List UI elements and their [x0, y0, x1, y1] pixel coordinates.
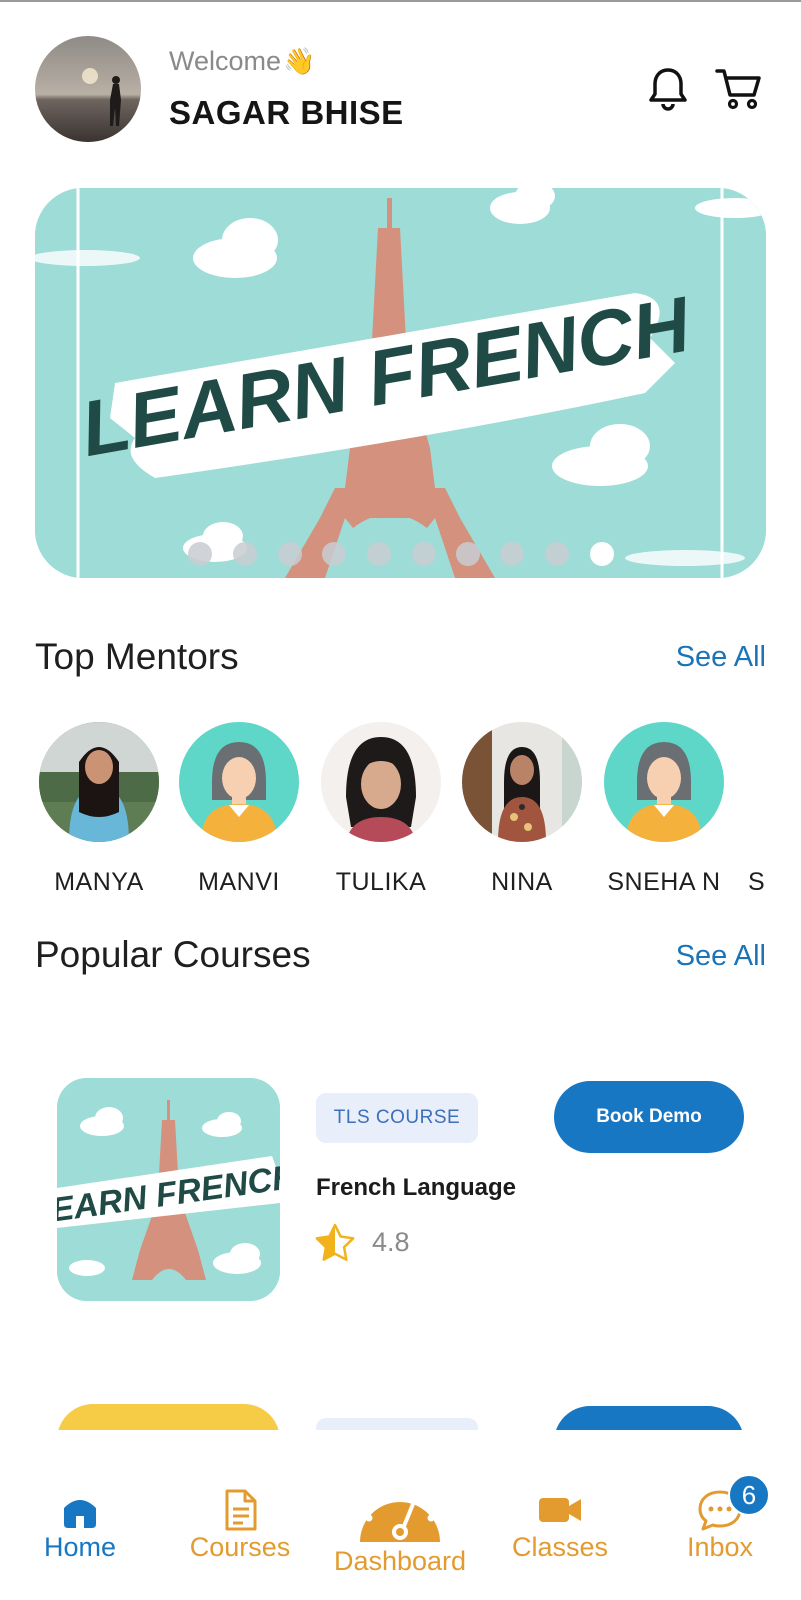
mentor-photo: [179, 722, 299, 842]
top-divider: [0, 0, 801, 2]
nav-dashboard[interactable]: Dashboard: [325, 1480, 475, 1577]
mentors-see-all-link[interactable]: See All: [676, 641, 766, 674]
carousel-dot[interactable]: [500, 542, 524, 566]
course-button-partial: [554, 1406, 744, 1430]
carousel-dot[interactable]: [456, 542, 480, 566]
nav-courses[interactable]: Courses: [180, 1488, 300, 1563]
nav-home[interactable]: Home: [30, 1488, 130, 1563]
course-tag: TLS COURSE: [316, 1093, 478, 1143]
carousel-dot[interactable]: [278, 542, 302, 566]
carousel-dot[interactable]: [412, 542, 436, 566]
top-mentors-title: Top Mentors: [35, 636, 239, 677]
mentors-row[interactable]: MANYA MANVI TULIKA NINA SNEHA N S: [0, 700, 765, 910]
mentor-item[interactable]: NINA: [452, 722, 592, 897]
course-card-partial: [0, 1404, 801, 1430]
carousel-dot[interactable]: [233, 542, 257, 566]
courses-see-all-link[interactable]: See All: [676, 940, 766, 973]
inbox-badge: 6: [728, 1474, 770, 1516]
speedometer-icon: [360, 1488, 440, 1542]
course-tag-partial: [316, 1418, 478, 1430]
mentor-name: SNEHA N: [607, 868, 721, 896]
carousel-dot[interactable]: [367, 542, 391, 566]
carousel-dot[interactable]: [188, 542, 212, 566]
mentor-item[interactable]: SNEHA N: [594, 722, 734, 897]
mentor-photo: [321, 722, 441, 842]
mentor-photo: [462, 722, 582, 842]
mentor-name: NINA: [491, 868, 553, 896]
course-thumbnail-partial: [57, 1404, 280, 1430]
mentor-photo: [604, 722, 724, 842]
user-name: SAGAR BHISE: [169, 94, 404, 131]
video-camera-icon: [539, 1498, 581, 1522]
nav-label: Dashboard: [333, 1546, 467, 1576]
nav-label: Courses: [189, 1532, 291, 1562]
star-half-icon: [315, 1223, 355, 1261]
book-demo-button[interactable]: Book Demo: [554, 1081, 744, 1153]
mentor-item[interactable]: MANYA: [29, 722, 169, 897]
nav-label: Home: [43, 1532, 117, 1562]
course-rating: 4.8: [372, 1227, 410, 1257]
mentor-item[interactable]: SI: [735, 722, 765, 897]
cart-icon[interactable]: [714, 64, 764, 114]
avatar[interactable]: [35, 36, 141, 142]
bottom-nav: Home Courses Dashboard Classes Inbox 6: [0, 1430, 801, 1600]
mentor-name: MANVI: [198, 868, 280, 896]
welcome-text: Welcome 👋: [169, 46, 315, 77]
carousel-dot[interactable]: [545, 542, 569, 566]
bell-icon[interactable]: [643, 64, 693, 114]
popular-courses-title: Popular Courses: [35, 934, 311, 975]
course-thumbnail[interactable]: LEARN FRENCH: [57, 1078, 280, 1301]
mentor-item[interactable]: MANVI: [169, 722, 309, 897]
document-icon: [225, 1489, 257, 1531]
home-icon: [64, 1500, 96, 1528]
mentor-name: TULIKA: [335, 868, 427, 896]
carousel-dot[interactable]: [322, 542, 346, 566]
wave-emoji: 👋: [283, 46, 316, 76]
mentor-item[interactable]: TULIKA: [311, 722, 451, 897]
carousel-dot-active[interactable]: [590, 542, 614, 566]
course-title[interactable]: French Language: [316, 1174, 516, 1202]
promo-banner[interactable]: LEARN FRENCH: [35, 188, 766, 578]
nav-classes[interactable]: Classes: [500, 1488, 620, 1563]
mentor-photo: [39, 722, 159, 842]
carousel-indicator[interactable]: [0, 542, 801, 568]
nav-label: Inbox: [686, 1532, 754, 1562]
nav-label: Classes: [511, 1532, 609, 1562]
welcome-label: Welcome: [169, 46, 282, 76]
mentor-name: MANYA: [54, 868, 144, 896]
mentor-name: SI: [748, 868, 765, 896]
